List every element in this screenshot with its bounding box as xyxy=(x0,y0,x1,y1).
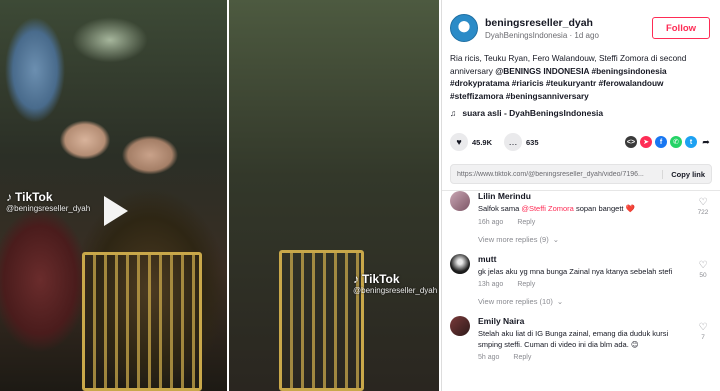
video-link[interactable]: https://www.tiktok.com/@beningsreseller_… xyxy=(457,171,662,178)
copy-link-button[interactable]: Copy link xyxy=(662,169,705,179)
post-time: 1d ago xyxy=(574,30,599,40)
comment-like-count: 7 xyxy=(701,334,705,341)
chevron-down-icon: ⌄ xyxy=(552,234,560,244)
view-more-replies[interactable]: View more replies (10) ⌄ xyxy=(478,297,712,306)
comment-like[interactable]: ♡ 50 xyxy=(694,260,712,279)
separator: · xyxy=(569,30,573,40)
heart-outline-icon[interactable]: ♡ xyxy=(694,197,712,208)
reply-button[interactable]: Reply xyxy=(517,281,535,288)
copy-link-bar: https://www.tiktok.com/@beningsreseller_… xyxy=(450,164,712,184)
comment-meta: 5h ago Reply xyxy=(478,354,688,361)
comment-body: mutt gk jelas aku yg mna bunga Zainal ny… xyxy=(478,254,688,289)
commenter-name[interactable]: Emily Naira xyxy=(478,316,688,326)
tiktok-note-icon: ♪ xyxy=(6,190,12,204)
comment-text: Stelah aku liat di IG Bunga zainal, eman… xyxy=(478,329,669,349)
tiktok-logo: ♪ TikTok xyxy=(353,272,400,286)
username[interactable]: beningsreseller_dyah xyxy=(485,17,652,29)
commenter-avatar[interactable] xyxy=(450,191,470,211)
comment-time: 16h ago xyxy=(478,218,504,226)
chevron-down-icon: ⌄ xyxy=(556,297,564,306)
view-more-replies[interactable]: View more replies (9) ⌄ xyxy=(478,235,712,244)
whatsapp-icon[interactable]: ✆ xyxy=(670,136,682,148)
comment-like[interactable]: ♡ 722 xyxy=(694,197,712,216)
comment-item: Emily Naira Stelah aku liat di IG Bunga … xyxy=(450,316,712,361)
heart-outline-icon[interactable]: ♡ xyxy=(694,322,712,333)
comment-item: mutt gk jelas aku yg mna bunga Zainal ny… xyxy=(450,253,712,289)
tiktok-logo: ♪ TikTok xyxy=(6,190,53,204)
mention-link[interactable]: @Steffi Zomora xyxy=(521,204,574,213)
comment-like[interactable]: ♡ 7 xyxy=(694,322,712,341)
tiktok-watermark: ♪ TikTok @beningsreseller_dyah xyxy=(353,272,437,295)
comment-action[interactable]: … 635 xyxy=(504,133,539,151)
share-arrow-icon[interactable]: ➦ xyxy=(700,136,712,148)
heart-outline-icon[interactable]: ♡ xyxy=(694,260,712,271)
tiktok-watermark: ♪ TikTok @beningsreseller_dyah xyxy=(6,190,90,213)
comment-text: Salfok sama @Steffi Zomora sopan bangett… xyxy=(478,204,635,213)
share-icons: <> ➤ f ✆ t ➦ xyxy=(625,136,712,148)
music-row[interactable]: ♫ suara asli - DyahBeningsIndonesia xyxy=(442,102,720,118)
facebook-icon[interactable]: f xyxy=(655,136,667,148)
like-action[interactable]: ♥ 45.9K xyxy=(450,133,492,151)
comment-body: Lilin Merindu Salfok sama @Steffi Zomora… xyxy=(478,191,688,226)
comment-icon[interactable]: … xyxy=(504,133,523,151)
commenter-name[interactable]: Lilin Merindu xyxy=(478,191,688,201)
comment-like-count: 722 xyxy=(697,209,709,216)
commenter-name[interactable]: mutt xyxy=(478,254,688,264)
display-name: DyahBeningsIndonesia xyxy=(485,30,568,40)
embed-icon[interactable]: <> xyxy=(625,136,637,148)
watermark-handle: @beningsreseller_dyah xyxy=(353,286,438,295)
music-title[interactable]: suara asli - DyahBeningsIndonesia xyxy=(462,108,603,118)
user-subline: DyahBeningsIndonesia · 1d ago xyxy=(485,31,652,40)
comment-time: 13h ago xyxy=(478,281,504,288)
comment-text: gk jelas aku yg mna bunga Zainal nya kta… xyxy=(478,266,673,276)
post-detail-panel: beningsreseller_dyah DyahBeningsIndonesi… xyxy=(441,0,720,391)
commenter-avatar[interactable] xyxy=(450,316,470,336)
comment-meta: 13h ago Reply xyxy=(478,281,688,288)
comment-count: 635 xyxy=(526,137,539,147)
comment-item: Lilin Merindu Salfok sama @Steffi Zomora… xyxy=(450,191,712,226)
send-icon[interactable]: ➤ xyxy=(640,136,652,148)
follow-button[interactable]: Follow xyxy=(652,17,710,39)
music-note-icon: ♫ xyxy=(450,108,457,118)
comment-like-count: 50 xyxy=(699,271,707,279)
commenter-avatar[interactable] xyxy=(450,253,470,274)
tiktok-note-icon: ♪ xyxy=(353,272,359,286)
video-frame-left[interactable]: ♪ TikTok @beningsreseller_dyah xyxy=(0,0,227,391)
user-meta: beningsreseller_dyah DyahBeningsIndonesi… xyxy=(485,17,652,40)
gold-chair xyxy=(279,250,364,391)
avatar[interactable] xyxy=(450,14,478,42)
reply-button[interactable]: Reply xyxy=(513,354,531,361)
twitter-icon[interactable]: t xyxy=(685,136,697,148)
comment-list: Lilin Merindu Salfok sama @Steffi Zomora… xyxy=(442,191,720,361)
comment-body: Emily Naira Stelah aku liat di IG Bunga … xyxy=(478,316,688,361)
gold-chair xyxy=(82,252,202,391)
video-frame-right[interactable]: ♪ TikTok @beningsreseller_dyah xyxy=(229,0,439,391)
action-bar: ♥ 45.9K … 635 <> ➤ f ✆ t ➦ xyxy=(442,118,720,152)
like-count: 45.9K xyxy=(472,137,493,147)
reply-button[interactable]: Reply xyxy=(517,219,535,226)
post-caption: Ria ricis, Teuku Ryan, Fero Walandouw, S… xyxy=(442,44,720,102)
comment-time: 5h ago xyxy=(478,354,500,361)
heart-icon[interactable]: ♥ xyxy=(450,133,468,151)
comment-meta: 16h ago Reply xyxy=(478,219,688,226)
play-icon[interactable] xyxy=(104,196,128,226)
post-header: beningsreseller_dyah DyahBeningsIndonesi… xyxy=(442,0,720,44)
watermark-handle: @beningsreseller_dyah xyxy=(6,204,91,213)
